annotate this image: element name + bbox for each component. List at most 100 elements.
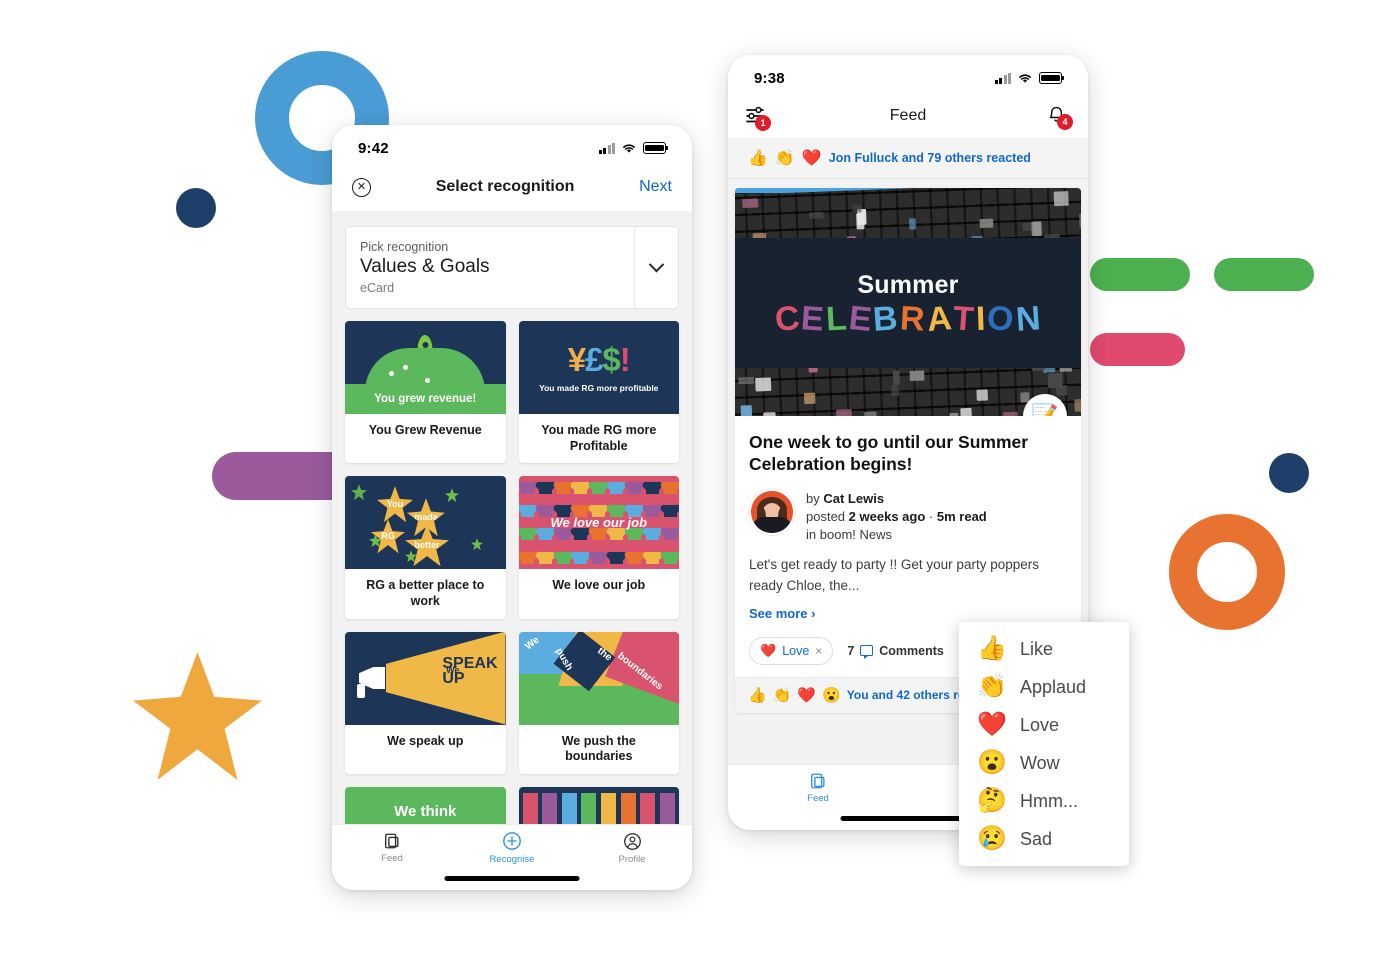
right-navbar: 1 Feed 4 xyxy=(728,93,1088,138)
page-root: 9:42 ✕ Select recognition Next Pick reco… xyxy=(0,0,1400,956)
tab-profile[interactable]: Profile xyxy=(572,825,692,871)
left-phone-body: Pick recognition Values & Goals eCard Yo… xyxy=(332,211,692,890)
card-art-megaphone: We SPEAK UP xyxy=(345,632,506,725)
tab-label: Profile xyxy=(619,854,646,865)
posted-line: posted 2 weeks ago · 5m read xyxy=(806,509,987,524)
disco-tile xyxy=(1003,411,1017,416)
reaction-option-label: Like xyxy=(1020,639,1053,660)
star-word: better xyxy=(405,524,449,566)
recognition-card[interactable]: You made RG better RG a better place to … xyxy=(345,476,506,618)
remove-reaction-icon[interactable]: × xyxy=(815,644,822,658)
navy-dot-right-shape xyxy=(1269,453,1309,493)
reaction-option-label: Love xyxy=(1020,715,1059,736)
clap-icon: 👏 xyxy=(773,686,792,704)
tab-label: Recognise xyxy=(490,854,535,865)
tab-feed[interactable]: Feed xyxy=(728,765,908,811)
pound-symbol: £ xyxy=(585,341,602,378)
person-circle-icon xyxy=(623,832,642,851)
reaction-option-sad[interactable]: 😢 Sad xyxy=(959,820,1129,858)
reaction-option-wow[interactable]: 😮 Wow xyxy=(959,744,1129,782)
exclaim-symbol: ! xyxy=(620,341,630,378)
picker-chevron-button[interactable] xyxy=(634,227,678,308)
disco-tile xyxy=(741,406,752,416)
disco-tile xyxy=(864,412,877,416)
puff-dot xyxy=(403,365,408,370)
next-button[interactable]: Next xyxy=(639,178,672,196)
see-more-link[interactable]: See more › xyxy=(749,606,1067,621)
filter-button[interactable]: 1 xyxy=(746,105,772,127)
picker-value: Values & Goals xyxy=(360,256,620,278)
recognition-card-grid: You grew revenue! You Grew Revenue ¥£$! … xyxy=(332,309,692,837)
reaction-option-like[interactable]: 👍 Like xyxy=(959,630,1129,668)
recognition-card[interactable]: You grew revenue! You Grew Revenue xyxy=(345,321,506,463)
status-time: 9:42 xyxy=(358,140,389,157)
read-time: 5m read xyxy=(937,509,987,524)
reaction-menu: 👍 Like 👏 Applaud ❤️ Love 😮 Wow 🤔 Hmm... … xyxy=(959,622,1129,866)
wow-icon: 😮 xyxy=(822,686,841,704)
reaction-option-hmm[interactable]: 🤔 Hmm... xyxy=(959,782,1129,820)
celebration-letter: L xyxy=(825,301,849,336)
hero-celebration-text: CELEBRATION xyxy=(774,302,1042,336)
bell-badge: 4 xyxy=(1057,114,1073,130)
disco-tile xyxy=(1031,221,1042,236)
comments-count: 7 xyxy=(847,644,854,658)
recognition-card[interactable]: We push the boundaries We push the bound… xyxy=(519,632,680,774)
author-prefix: by xyxy=(806,491,820,506)
puff-dot xyxy=(389,371,394,376)
hero-text-band: Summer CELEBRATION xyxy=(735,238,1081,368)
card-art-currency: ¥£$! You made RG more profitable xyxy=(519,321,680,414)
recognition-card[interactable]: We love our job We love our job xyxy=(519,476,680,618)
cellular-signal-icon xyxy=(995,73,1012,84)
notifications-button[interactable]: 4 xyxy=(1046,104,1070,128)
thinking-icon: 🤔 xyxy=(977,789,1005,813)
celebration-letter: R xyxy=(899,301,926,336)
card-caption: We speak up xyxy=(345,725,506,759)
recognition-card[interactable]: We SPEAK UP We speak up xyxy=(345,632,506,774)
megaphone-handle xyxy=(357,684,365,698)
heart-icon: ❤️ xyxy=(760,643,776,659)
chevron-down-icon xyxy=(649,257,665,273)
card-art-text: SPEAK UP xyxy=(442,656,497,686)
disco-tile xyxy=(1053,191,1069,206)
close-circle-icon[interactable]: ✕ xyxy=(352,178,371,197)
picker-sub: eCard xyxy=(360,281,620,295)
channel-name[interactable]: boom! News xyxy=(820,527,892,542)
battery-icon xyxy=(1039,72,1062,84)
cellular-signal-icon xyxy=(599,143,616,154)
left-status-bar: 9:42 xyxy=(332,125,692,163)
meta-separator: · xyxy=(929,509,933,524)
picker-label: Pick recognition xyxy=(360,240,620,254)
navy-dot-left-shape xyxy=(176,188,216,228)
small-star xyxy=(445,488,459,502)
reaction-option-label: Wow xyxy=(1020,753,1060,774)
tab-label: Feed xyxy=(807,793,829,804)
tab-recognise[interactable]: Recognise xyxy=(452,825,572,871)
page-title: Feed xyxy=(728,107,1088,125)
comments-button[interactable]: 7 Comments xyxy=(847,644,944,658)
plus-circle-icon xyxy=(502,831,522,851)
thumbs-up-icon: 👍 xyxy=(977,637,1005,661)
recognition-card[interactable]: ¥£$! You made RG more profitable You mad… xyxy=(519,321,680,463)
card-art-band: You grew revenue! xyxy=(345,384,506,414)
posted-time: 2 weeks ago xyxy=(849,509,926,524)
home-indicator xyxy=(445,876,580,881)
status-time: 9:38 xyxy=(754,70,785,87)
comments-label: Comments xyxy=(879,644,944,658)
celebration-letter: O xyxy=(986,300,1016,336)
disco-tile xyxy=(891,384,899,396)
recognition-picker[interactable]: Pick recognition Values & Goals eCard xyxy=(345,226,679,309)
celebration-letter: B xyxy=(872,301,900,337)
reaction-option-applaud[interactable]: 👏 Applaud xyxy=(959,668,1129,706)
channel-prefix: in xyxy=(806,527,816,542)
hero-summer-text: Summer xyxy=(857,271,958,300)
reacted-summary-bar[interactable]: 👍 👏 ❤️ Jon Fulluck and 79 others reacted xyxy=(728,138,1088,179)
reaction-option-love[interactable]: ❤️ Love xyxy=(959,706,1129,744)
picker-text-group: Pick recognition Values & Goals eCard xyxy=(346,227,634,308)
reaction-chip-label: Love xyxy=(782,644,809,658)
tab-feed[interactable]: Feed xyxy=(332,825,452,871)
reaction-chip-love[interactable]: ❤️ Love × xyxy=(749,637,833,665)
author-name[interactable]: Cat Lewis xyxy=(823,491,884,506)
filter-badge: 1 xyxy=(755,115,771,131)
puff-dot xyxy=(425,378,430,383)
post-meta: by Cat Lewis posted 2 weeks ago · 5m rea… xyxy=(749,489,1067,542)
